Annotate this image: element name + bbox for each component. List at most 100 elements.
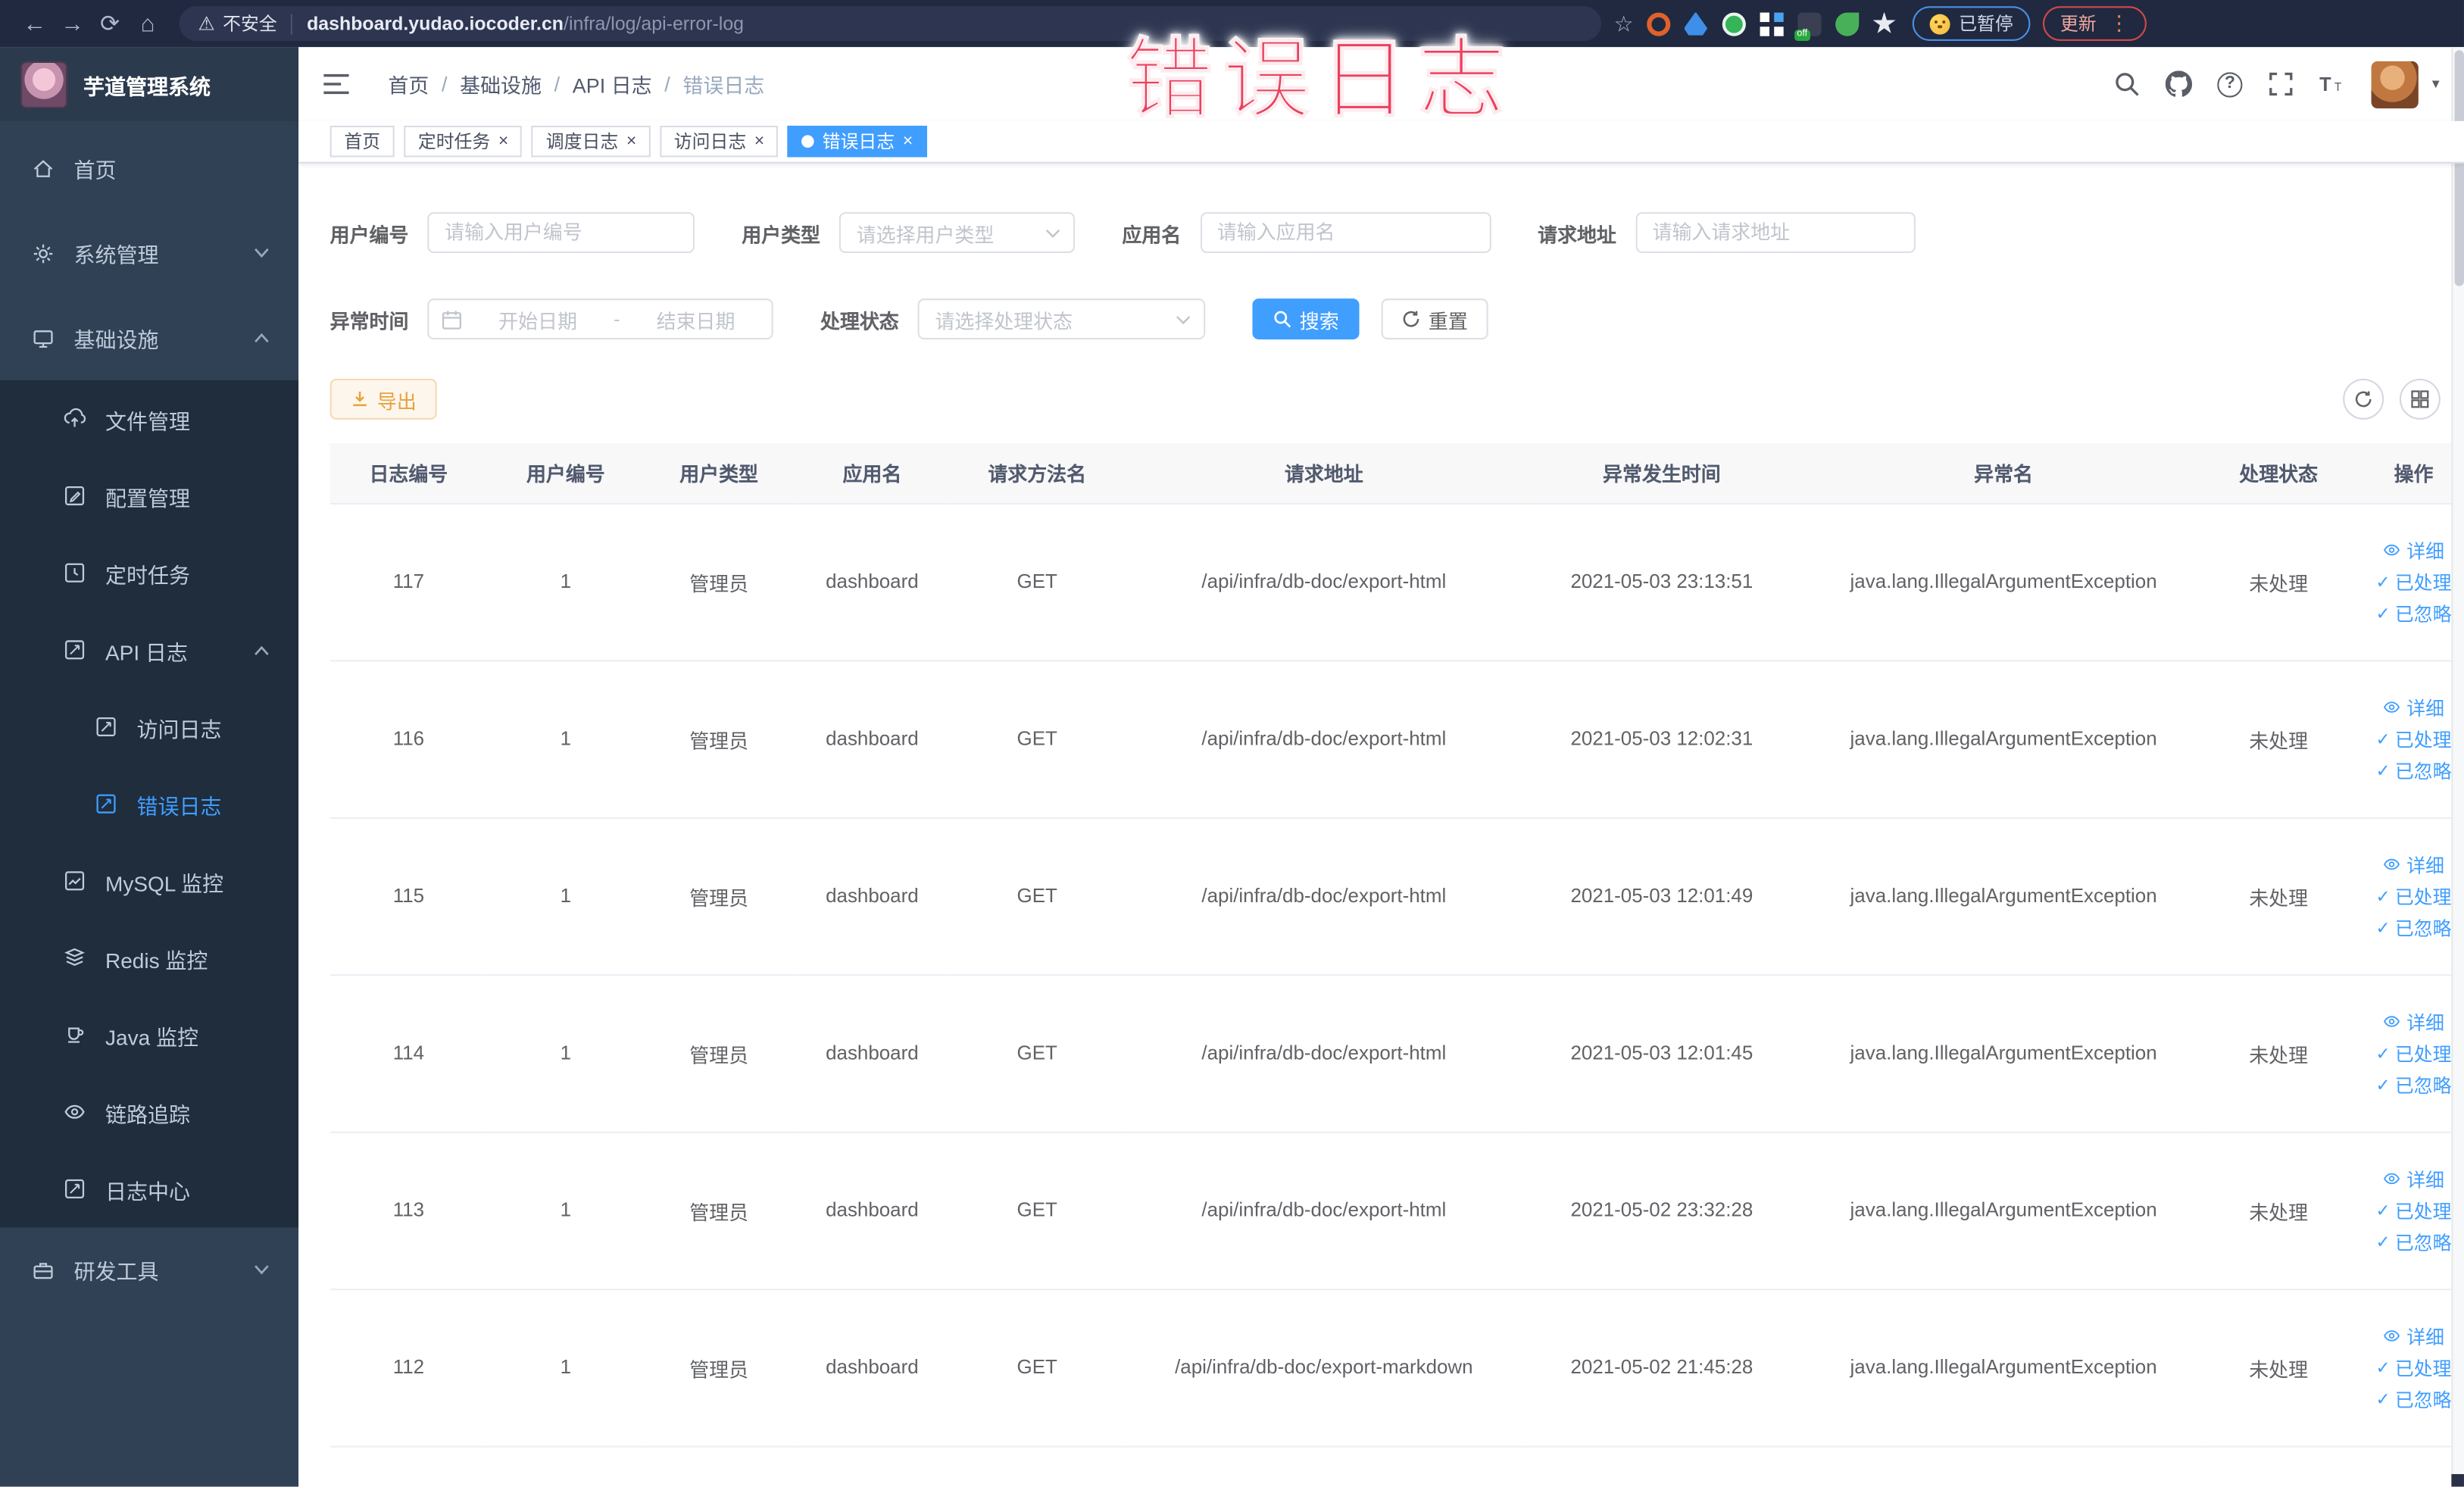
caret-down-icon: ▼	[2429, 77, 2442, 92]
help-icon[interactable]: ?	[2217, 71, 2243, 97]
sidebar-item-access-log[interactable]: 访问日志	[0, 688, 299, 766]
page-content: 用户编号 用户类型 请选择用户类型 应用名	[298, 163, 2464, 1487]
extension-drop-icon[interactable]	[1684, 11, 1708, 36]
tab-label: 错误日志	[822, 133, 895, 153]
action-ignored-link[interactable]: ✓ 已忽略	[2376, 1385, 2452, 1412]
extension-grid-icon[interactable]	[1759, 11, 1783, 36]
browser-menu-icon[interactable]: ⋮	[2109, 11, 2129, 36]
action-ignored-link[interactable]: ✓ 已忽略	[2376, 1228, 2452, 1254]
security-warning[interactable]: ⚠ 不安全	[198, 11, 276, 36]
breadcrumb-item[interactable]: 基础设施	[460, 69, 542, 98]
app-name-input[interactable]	[1200, 212, 1491, 254]
exception-time-range-picker[interactable]: 开始日期 - 结束日期	[427, 298, 773, 340]
sidebar-item-api-logs[interactable]: API 日志	[0, 611, 299, 689]
hamburger-icon[interactable]	[322, 72, 350, 95]
breadcrumb-item[interactable]: 首页	[388, 69, 429, 98]
search-icon[interactable]	[2113, 70, 2140, 97]
tab-close-icon[interactable]: ×	[498, 132, 508, 150]
sidebar-item-home[interactable]: 首页	[0, 126, 298, 211]
time-cell: 2021-05-03 12:02:31	[1524, 660, 1800, 818]
process-status-label: 处理状态	[820, 310, 899, 333]
tab-access-log[interactable]: 访问日志 ×	[660, 125, 779, 158]
action-processed-link[interactable]: ✓ 已处理	[2376, 568, 2452, 595]
sidebar-item-dev-tools[interactable]: 研发工具	[0, 1227, 298, 1312]
sidebar-item-infrastructure[interactable]: 基础设施	[0, 295, 298, 380]
sidebar-item-error-log[interactable]: 错误日志	[0, 765, 299, 842]
sidebar-item-scheduled-jobs[interactable]: 定时任务	[0, 534, 299, 612]
annotation-overlay-title: 错误日志	[1124, 29, 1515, 130]
action-detail-link[interactable]: 详细	[2383, 1323, 2444, 1349]
browser-reload-icon[interactable]: ⟳	[91, 9, 129, 38]
extension-green-icon[interactable]	[1721, 11, 1745, 36]
filter-exception-time: 异常时间 开始日期 - 结束日期	[330, 298, 773, 340]
sidebar-item-file-management[interactable]: 文件管理	[0, 380, 299, 458]
tab-scheduled-jobs[interactable]: 定时任务 ×	[404, 125, 523, 158]
action-processed-link[interactable]: ✓ 已处理	[2376, 725, 2452, 751]
reset-button[interactable]: 重置	[1381, 298, 1488, 340]
sidebar-item-config-management[interactable]: 配置管理	[0, 457, 299, 535]
sidebar-item-system-management[interactable]: 系统管理	[0, 211, 298, 295]
profile-paused-chip[interactable]: 已暂停	[1911, 6, 2031, 41]
browser-forward-icon[interactable]: →	[54, 10, 92, 36]
action-detail-link[interactable]: 详细	[2383, 1008, 2444, 1035]
export-button[interactable]: 导出	[329, 378, 437, 420]
search-button[interactable]: 搜索	[1252, 298, 1360, 340]
sidebar-item-redis-monitor[interactable]: Redis 监控	[0, 919, 299, 997]
github-icon[interactable]	[2165, 70, 2193, 97]
action-processed-link[interactable]: ✓ 已处理	[2376, 1197, 2452, 1223]
sidebar-item-java-monitor[interactable]: Java 监控	[0, 996, 299, 1073]
action-ignored-link[interactable]: ✓ 已忽略	[2376, 1071, 2452, 1098]
breadcrumb-item[interactable]: API 日志	[573, 69, 652, 98]
request-url-input[interactable]	[1635, 212, 1916, 254]
app-logo-row[interactable]: 芋道管理系统	[0, 47, 299, 121]
filter-row-1: 用户编号 用户类型 请选择用户类型 应用名	[330, 212, 2445, 254]
extensions-puzzle-icon[interactable]	[1872, 11, 1896, 33]
status-cell: 未处理	[2207, 1131, 2350, 1290]
browser-back-icon[interactable]: ←	[16, 10, 54, 36]
action-processed-link[interactable]: ✓ 已处理	[2376, 1354, 2452, 1380]
tab-home[interactable]: 首页	[329, 125, 395, 158]
user-id-input[interactable]	[427, 212, 695, 254]
id-cell: 114	[329, 974, 488, 1132]
action-detail-link[interactable]: 详细	[2383, 536, 2444, 563]
scrollbar-thumb[interactable]	[2454, 50, 2464, 286]
time-cell: 2021-05-03 12:01:45	[1524, 974, 1800, 1132]
column-settings-button[interactable]	[2399, 378, 2441, 420]
action-detail-link[interactable]: 详细	[2383, 694, 2444, 720]
user-type-select[interactable]: 请选择用户类型	[839, 212, 1076, 254]
column-header-id: 日志编号	[329, 443, 488, 504]
sidebar-item-trace[interactable]: 链路追踪	[0, 1073, 299, 1151]
browser-home-icon[interactable]: ⌂	[129, 10, 167, 36]
page-scrollbar[interactable]	[2451, 47, 2464, 1487]
extension-leaf-icon[interactable]	[1835, 11, 1859, 36]
user-menu[interactable]: ▼	[2371, 60, 2442, 108]
bookmark-star-icon[interactable]: ☆	[1614, 10, 1634, 36]
tab-close-icon[interactable]: ×	[626, 132, 636, 150]
action-detail-link[interactable]: 详细	[2383, 851, 2444, 877]
extension-switch-icon[interactable]: off	[1794, 11, 1821, 40]
browser-update-button[interactable]: 更新 ⋮	[2043, 6, 2147, 41]
sidebar-item-label: MySQL 监控	[105, 871, 224, 895]
action-processed-link[interactable]: ✓ 已处理	[2376, 1039, 2452, 1066]
action-ignored-link[interactable]: ✓ 已忽略	[2376, 599, 2452, 626]
action-processed-link[interactable]: ✓ 已处理	[2376, 883, 2452, 909]
tab-schedule-log[interactable]: 调度日志 ×	[532, 125, 651, 158]
action-ignored-link[interactable]: ✓ 已忽略	[2376, 757, 2452, 783]
download-icon	[351, 390, 370, 409]
action-detail-link[interactable]: 详细	[2383, 1165, 2444, 1192]
log-icon	[63, 638, 86, 661]
action-ignored-link[interactable]: ✓ 已忽略	[2376, 914, 2452, 940]
action-label: 详细	[2406, 1325, 2445, 1348]
extension-ring-icon[interactable]	[1646, 11, 1670, 36]
tab-close-icon[interactable]: ×	[902, 132, 912, 150]
refresh-table-button[interactable]	[2343, 378, 2384, 420]
time-cell: 2021-05-02 23:32:28	[1524, 1131, 1800, 1290]
check-icon: ✓	[2375, 918, 2391, 938]
font-size-icon[interactable]: TT	[2319, 70, 2346, 97]
process-status-select[interactable]: 请选择处理状态	[917, 298, 1206, 340]
sidebar-item-mysql-monitor[interactable]: MySQL 监控	[0, 842, 299, 920]
fullscreen-icon[interactable]	[2268, 70, 2294, 97]
sidebar-item-log-center[interactable]: 日志中心	[0, 1150, 299, 1228]
tab-close-icon[interactable]: ×	[754, 132, 764, 150]
tab-error-log[interactable]: 错误日志 ×	[788, 125, 927, 158]
